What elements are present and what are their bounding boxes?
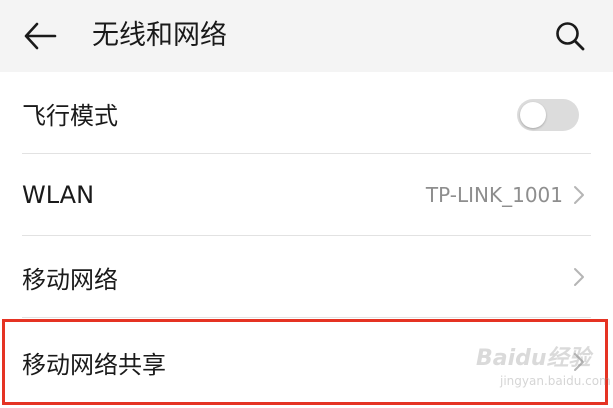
back-button[interactable] [18, 14, 62, 58]
app-header: 无线和网络 [0, 0, 613, 72]
wlan-network-name: TP-LINK_1001 [425, 183, 563, 207]
toggle-knob [520, 102, 546, 128]
arrow-left-icon [24, 22, 57, 50]
divider [22, 317, 591, 318]
wlan-row[interactable]: WLAN TP-LINK_1001 [0, 154, 613, 236]
search-button[interactable] [548, 14, 592, 58]
chevron-right-icon [573, 236, 585, 318]
airplane-mode-label: 飞行模式 [22, 101, 118, 130]
wlan-label: WLAN [22, 181, 95, 209]
search-icon [556, 22, 585, 51]
airplane-mode-toggle[interactable] [517, 99, 579, 131]
airplane-mode-row[interactable]: 飞行模式 [0, 72, 613, 154]
page-title: 无线和网络 [92, 20, 227, 51]
tethering-label: 移动网络共享 [22, 350, 166, 379]
mobile-network-row[interactable]: 移动网络 [0, 236, 613, 318]
mobile-network-label: 移动网络 [22, 265, 118, 294]
chevron-right-icon [573, 321, 585, 403]
tethering-row[interactable]: 移动网络共享 [0, 321, 613, 403]
chevron-right-icon [573, 154, 585, 236]
